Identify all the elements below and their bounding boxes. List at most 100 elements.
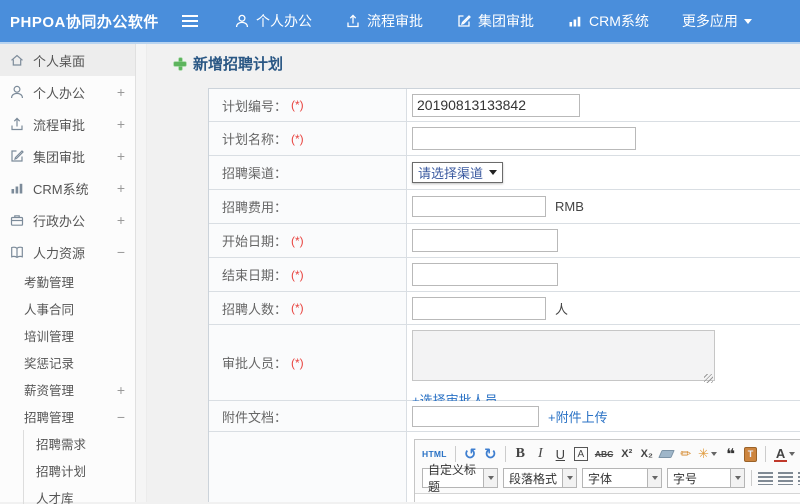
- field-label: 计划名称： (*): [209, 122, 407, 155]
- expand-plus-icon[interactable]: +: [113, 382, 125, 398]
- topmenu-more-apps[interactable]: 更多应用: [682, 11, 752, 31]
- autoformat-button[interactable]: A: [573, 447, 588, 461]
- start-date-input[interactable]: [412, 229, 558, 252]
- label-text: 结束日期：: [222, 268, 288, 283]
- form-row-fee: 招聘费用： RMB: [209, 190, 800, 224]
- caret-down-icon: [648, 468, 662, 488]
- sidebar-item-crm[interactable]: CRM系统 +: [0, 172, 135, 204]
- form-row-channel: 招聘渠道： 请选择渠道: [209, 156, 800, 190]
- briefcase-icon: [9, 212, 26, 228]
- eraser-icon[interactable]: [658, 450, 676, 458]
- font-color-button[interactable]: A: [774, 445, 796, 463]
- sidebar-sub-attendance[interactable]: 考勤管理: [0, 268, 135, 295]
- sidebar-sub-training[interactable]: 培训管理: [0, 322, 135, 349]
- page-title-text: 新增招聘计划: [193, 56, 284, 73]
- field-value: 请选择渠道: [407, 156, 800, 189]
- attachment-upload-link[interactable]: +附件上传: [548, 407, 608, 426]
- channel-select-value: 请选择渠道: [418, 166, 484, 181]
- sidebar-scrollbar[interactable]: [135, 44, 147, 502]
- headcount-input[interactable]: [412, 296, 546, 320]
- label-text: 审批人员：: [222, 356, 288, 371]
- sidebar-item-personal-office[interactable]: 个人办公 +: [0, 76, 135, 108]
- format-painter-button[interactable]: ✳: [698, 445, 718, 463]
- toolbar-separator: [765, 446, 767, 462]
- sidebar-item-label: 人力资源: [33, 245, 86, 261]
- approvers-textarea-wrap: [412, 330, 715, 386]
- attachment-input[interactable]: [412, 405, 539, 427]
- sidebar-subsub-talent-pool[interactable]: 人才库: [24, 484, 135, 504]
- paragraph-format-select[interactable]: 段落格式: [503, 468, 577, 488]
- expand-plus-icon[interactable]: +: [113, 148, 125, 164]
- hamburger-menu-icon[interactable]: [182, 15, 198, 27]
- sidebar-item-label: 流程审批: [33, 117, 86, 133]
- field-value: +附件上传: [407, 401, 800, 431]
- fee-input[interactable]: [412, 196, 546, 217]
- field-label: 招聘渠道：: [209, 156, 407, 189]
- redo-button[interactable]: ↻: [484, 445, 497, 463]
- book-icon: [9, 244, 26, 260]
- sidebar-item-desktop[interactable]: 个人桌面: [0, 44, 135, 76]
- chart-icon: [9, 180, 26, 196]
- font-size-select[interactable]: 字号: [667, 468, 745, 488]
- form-row-end-date: 结束日期： (*): [209, 258, 800, 292]
- sidebar-subsub-recruit-demand[interactable]: 招聘需求: [24, 430, 135, 457]
- expand-plus-icon[interactable]: +: [113, 116, 125, 132]
- align-center-icon[interactable]: [778, 471, 793, 485]
- plan-number-input[interactable]: [412, 93, 580, 117]
- sidebar-item-admin-office[interactable]: 行政办公 +: [0, 204, 135, 236]
- sidebar-sub-label: 人事合同: [24, 303, 75, 317]
- chart-icon: [567, 13, 583, 29]
- sidebar-item-hr[interactable]: 人力资源 −: [0, 236, 135, 268]
- expand-minus-icon[interactable]: −: [113, 244, 125, 260]
- expand-plus-icon[interactable]: +: [113, 180, 125, 196]
- paste-text-button[interactable]: T: [744, 446, 758, 462]
- expand-plus-icon[interactable]: +: [113, 84, 125, 100]
- strikethrough-button[interactable]: ABC: [595, 445, 613, 463]
- required-mark: (*): [291, 131, 304, 146]
- expand-minus-icon[interactable]: −: [113, 409, 125, 425]
- form-row-approvers: 审批人员： (*) +选择审批人员: [209, 325, 800, 408]
- expand-plus-icon[interactable]: +: [113, 212, 125, 228]
- caret-down-icon: [789, 452, 796, 456]
- sidebar-sub-label: 奖惩记录: [24, 357, 75, 371]
- user-icon: [9, 84, 26, 100]
- sidebar-item-group-approval[interactable]: 集团审批 +: [0, 140, 135, 172]
- field-label: 招聘人数： (*): [209, 292, 407, 324]
- topmenu-group-approval[interactable]: 集团审批: [456, 11, 534, 31]
- plan-name-input[interactable]: [412, 127, 636, 150]
- form-row-editor: HTML ↺ ↻ B I U A ABC X² X₂ ✏ ✳ ❝ T A 自定义…: [209, 432, 800, 502]
- align-left-icon[interactable]: [758, 471, 773, 485]
- font-family-select[interactable]: 字体: [582, 468, 662, 488]
- top-menu: 个人办公 流程审批 集团审批 CRM系统 更多应用: [234, 11, 752, 31]
- app-brand: PHPOA协同办公软件: [10, 13, 159, 31]
- end-date-input[interactable]: [412, 263, 558, 286]
- flow-icon: [9, 116, 26, 132]
- form-row-plan-name: 计划名称： (*): [209, 122, 800, 156]
- toolbar-separator: [504, 446, 506, 462]
- field-label: 开始日期： (*): [209, 224, 407, 257]
- sidebar-item-flow-approval[interactable]: 流程审批 +: [0, 108, 135, 140]
- sidebar-sub-recruit-mgmt[interactable]: 招聘管理 −: [0, 403, 135, 430]
- sidebar-subsub-recruit-plan[interactable]: 招聘计划: [24, 457, 135, 484]
- topmenu-crm[interactable]: CRM系统: [567, 11, 649, 31]
- caret-down-icon: [731, 468, 745, 488]
- italic-button[interactable]: I: [534, 445, 547, 463]
- subscript-button[interactable]: X₂: [640, 445, 653, 463]
- custom-title-select[interactable]: 自定义标题: [422, 463, 498, 494]
- topmenu-personal-office[interactable]: 个人办公: [234, 11, 312, 31]
- field-label: 招聘费用：: [209, 190, 407, 223]
- channel-select[interactable]: 请选择渠道: [412, 162, 504, 183]
- brush-icon[interactable]: ✏: [680, 446, 691, 462]
- superscript-button[interactable]: X²: [620, 445, 633, 463]
- field-label: 附件文档：: [209, 401, 407, 431]
- sidebar-sub-hr-contract[interactable]: 人事合同: [0, 295, 135, 322]
- approvers-textarea[interactable]: [412, 330, 715, 381]
- bold-button[interactable]: B: [514, 445, 527, 463]
- topmenu-label: CRM系统: [589, 13, 649, 29]
- sidebar-sub-salary[interactable]: 薪资管理 +: [0, 376, 135, 403]
- paragraph-format-value: 段落格式: [503, 468, 563, 488]
- underline-button[interactable]: U: [554, 445, 567, 463]
- blockquote-button[interactable]: ❝: [724, 445, 737, 463]
- topmenu-flow-approval[interactable]: 流程审批: [345, 11, 423, 31]
- sidebar-sub-rewards[interactable]: 奖惩记录: [0, 349, 135, 376]
